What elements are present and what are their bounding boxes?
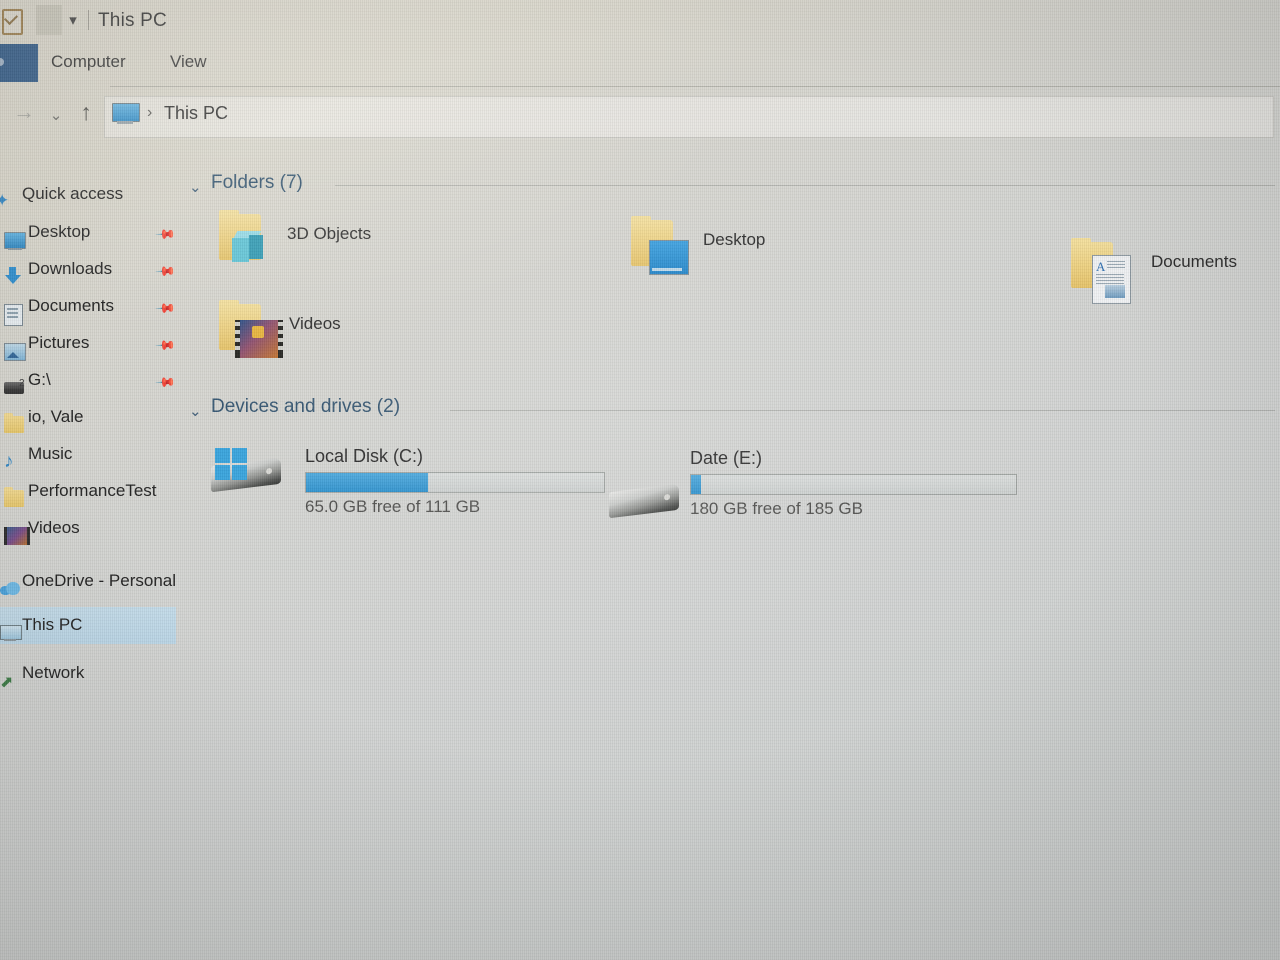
sidebar-item-desktop[interactable]: Desktop 📌: [0, 214, 185, 251]
sidebar-item-this-pc[interactable]: This PC: [0, 607, 176, 644]
tile-label: 3D Objects: [287, 224, 372, 243]
desktop-folder-icon: [625, 216, 689, 275]
sidebar-item-pictures[interactable]: Pictures 📌: [0, 325, 185, 362]
section-title: Devices and drives (2): [211, 396, 401, 417]
tab-file[interactable]: [0, 44, 38, 82]
explorer-window: ▾ This PC Computer View → ⌄ ↑ › This PC …: [0, 0, 1280, 960]
this-pc-icon: [112, 103, 140, 125]
folder-icon: [4, 481, 26, 507]
documents-folder-icon: A: [1065, 238, 1131, 304]
local-disk-icon: [207, 448, 287, 496]
sidebar-item-label: Desktop: [28, 222, 91, 241]
sidebar-item-label: io, Vale: [28, 407, 84, 426]
sidebar-item-label: G:\: [28, 370, 51, 389]
forward-arrow-icon[interactable]: →: [10, 100, 38, 128]
drive-name: Local Disk (C:): [305, 446, 424, 466]
videos-folder-icon: [213, 300, 283, 358]
sidebar-item-io-vale[interactable]: io, Vale: [0, 399, 185, 436]
drive-tile-local-disk-c[interactable]: Local Disk (C:) 65.0 GB free of 111 GB: [207, 430, 627, 520]
sidebar-item-videos[interactable]: Videos: [0, 510, 185, 547]
chevron-down-icon[interactable]: ⌄: [189, 402, 202, 420]
drive-name: Date (E:): [690, 448, 763, 468]
folder-tile-desktop[interactable]: Desktop: [625, 216, 945, 286]
sidebar-item-quick-access[interactable]: ✦ Quick access: [0, 176, 185, 213]
documents-icon: [4, 296, 26, 326]
tile-label: Desktop: [703, 230, 766, 249]
pin-icon[interactable]: 📌: [154, 371, 176, 393]
section-divider: [450, 410, 1275, 411]
ribbon-divider: [110, 86, 1280, 87]
music-icon: ♪: [4, 451, 14, 472]
up-arrow-icon[interactable]: ↑: [72, 100, 100, 128]
videos-icon: [4, 518, 30, 545]
sidebar-item-label: Downloads: [28, 259, 113, 278]
sidebar-item-label: PerformanceTest: [28, 481, 157, 500]
onedrive-icon: [0, 571, 22, 595]
sidebar-item-label: Pictures: [28, 333, 90, 352]
pin-icon[interactable]: 📌: [154, 297, 176, 319]
file-list-pane: ⌄ Folders (7) 3D Objects Desktop A Docum…: [185, 160, 1280, 680]
quick-access-pin-icon: ✦: [0, 191, 10, 210]
sidebar-item-label: Quick access: [22, 184, 124, 203]
quick-access-toolbar-button[interactable]: [36, 5, 62, 35]
section-divider: [335, 185, 1275, 186]
downloads-icon: [4, 259, 26, 284]
ribbon-tab-bar: Computer View: [0, 44, 1280, 88]
this-pc-icon: [0, 615, 22, 641]
pin-icon[interactable]: 📌: [154, 260, 176, 282]
sidebar-item-label: Network: [22, 663, 85, 682]
drive-tile-date-e[interactable]: Date (E:) 180 GB free of 185 GB: [605, 448, 1045, 538]
pin-icon[interactable]: 📌: [154, 334, 176, 356]
title-bar: ▾ This PC: [0, 0, 1280, 44]
windows-logo-icon: [215, 448, 249, 482]
sidebar-item-label: OneDrive - Personal: [22, 571, 177, 590]
sidebar-item-label: Videos: [28, 518, 80, 537]
tile-label: Videos: [289, 314, 341, 333]
tab-view[interactable]: View: [170, 52, 207, 72]
sidebar-item-music[interactable]: ♪ Music: [0, 436, 185, 473]
sidebar-item-label: Music: [28, 444, 73, 463]
folder-tile-3d-objects[interactable]: 3D Objects: [213, 210, 533, 280]
folder-tile-videos[interactable]: Videos: [213, 300, 533, 370]
breadcrumb-path[interactable]: This PC: [164, 103, 228, 124]
window-title: This PC: [98, 10, 167, 31]
drive-free-space-text: 180 GB free of 185 GB: [690, 499, 863, 518]
sidebar-item-network[interactable]: ⬈ Network: [0, 655, 185, 692]
tab-computer[interactable]: Computer: [51, 52, 126, 72]
drive-capacity-bar: [305, 472, 605, 493]
desktop-icon: [4, 222, 26, 250]
folder-icon: [4, 407, 26, 433]
sidebar-item-documents[interactable]: Documents 📌: [0, 288, 185, 326]
sidebar-item-performancetest[interactable]: PerformanceTest: [0, 473, 185, 510]
drive-icon: [4, 370, 26, 394]
sidebar-item-downloads[interactable]: Downloads 📌: [0, 251, 185, 288]
sidebar-item-onedrive[interactable]: OneDrive - Personal: [0, 563, 185, 600]
pin-icon[interactable]: 📌: [154, 223, 176, 245]
drive-capacity-fill: [306, 473, 429, 492]
drive-free-space-text: 65.0 GB free of 111 GB: [305, 497, 481, 516]
chevron-down-icon[interactable]: ⌄: [189, 178, 202, 196]
title-separator: [88, 10, 89, 30]
chevron-down-icon[interactable]: ▾: [62, 13, 84, 30]
folder-tile-documents[interactable]: A Documents: [1065, 238, 1280, 308]
sidebar-item-label: This PC: [22, 615, 83, 634]
recent-locations-chevron-icon[interactable]: ⌄: [42, 104, 70, 132]
drive-capacity-fill: [691, 475, 701, 494]
tile-label: Documents: [1151, 252, 1237, 271]
breadcrumb-separator-icon: ›: [147, 104, 153, 121]
pictures-icon: [4, 333, 26, 361]
section-title: Folders (7): [211, 172, 303, 193]
checklist-icon[interactable]: [0, 6, 26, 36]
3d-objects-folder-icon: [213, 210, 271, 264]
section-header-devices-and-drives[interactable]: ⌄ Devices and drives (2): [185, 394, 585, 424]
sidebar-item-label: Documents: [28, 296, 114, 315]
navigation-pane: ✦ Quick access Desktop 📌 Downloads 📌 Doc…: [0, 170, 185, 730]
network-icon: ⬈: [0, 674, 14, 691]
sidebar-item-g-drive[interactable]: G:\ 📌: [0, 362, 185, 399]
hard-drive-icon: [605, 466, 685, 519]
drive-capacity-bar: [690, 474, 1017, 495]
